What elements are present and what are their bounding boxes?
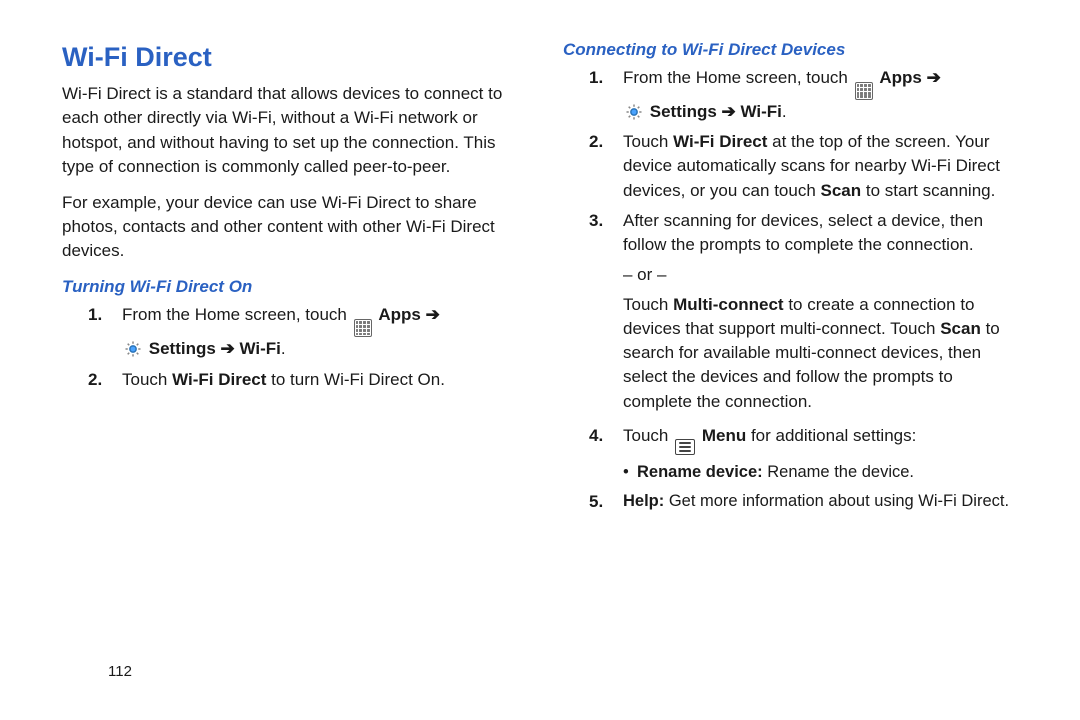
- apps-label: Apps: [879, 68, 922, 87]
- connecting-steps-cont2: 5. Help: Get more information about usin…: [563, 490, 1018, 513]
- subheading-turn-on: Turning Wi-Fi Direct On: [62, 275, 517, 299]
- scan-label: Scan: [940, 319, 981, 338]
- step-text: Touch: [623, 132, 673, 151]
- step-number: 1.: [589, 66, 603, 90]
- step-2: 2. Touch Wi-Fi Direct at the top of the …: [563, 130, 1018, 202]
- option-desc: Rename the device.: [763, 463, 914, 481]
- step-3: 3. After scanning for devices, select a …: [563, 209, 1018, 257]
- step-text: Touch: [623, 426, 673, 445]
- step-number: 1.: [88, 303, 102, 327]
- turn-on-steps: 1. From the Home screen, touch Apps ➔ Se…: [62, 303, 517, 391]
- page-number: 112: [108, 663, 132, 680]
- page-title: Wi-Fi Direct: [62, 38, 517, 76]
- wifi-direct-label: Wi-Fi Direct: [673, 132, 767, 151]
- step-text: to start scanning.: [861, 181, 995, 200]
- manual-page: Wi-Fi Direct Wi-Fi Direct is a standard …: [0, 0, 1080, 720]
- step-1: 1. From the Home screen, touch Apps ➔ Se…: [563, 66, 1018, 124]
- period: .: [782, 102, 787, 121]
- left-column: Wi-Fi Direct Wi-Fi Direct is a standard …: [62, 38, 517, 520]
- step-1: 1. From the Home screen, touch Apps ➔ Se…: [62, 303, 517, 361]
- step-text: for additional settings:: [751, 426, 916, 445]
- or-separator: – or –: [563, 263, 1018, 287]
- step-number: 2.: [589, 130, 603, 154]
- apps-label: Apps: [378, 305, 421, 324]
- settings-icon: [124, 340, 142, 358]
- period: .: [281, 339, 286, 358]
- step-text: After scanning for devices, select a dev…: [623, 211, 983, 254]
- step-text: From the Home screen, touch: [122, 305, 352, 324]
- step-4: 4. Touch Menu for additional settings:: [563, 424, 1018, 455]
- apps-icon: [855, 82, 873, 100]
- settings-label: Settings: [650, 102, 717, 121]
- wifi-label: Wi-Fi: [240, 339, 281, 358]
- arrow-icon: ➔: [426, 305, 440, 324]
- wifi-direct-label: Wi-Fi Direct: [172, 370, 266, 389]
- step-5: 5. Help: Get more information about usin…: [563, 490, 1018, 513]
- right-column: Connecting to Wi-Fi Direct Devices 1. Fr…: [563, 38, 1018, 520]
- step-2: 2. Touch Wi-Fi Direct to turn Wi-Fi Dire…: [62, 368, 517, 392]
- help-desc: Get more information about using Wi-Fi D…: [664, 492, 1009, 510]
- step-number: 3.: [589, 209, 603, 233]
- two-column-layout: Wi-Fi Direct Wi-Fi Direct is a standard …: [62, 38, 1018, 520]
- intro-paragraph-2: For example, your device can use Wi-Fi D…: [62, 191, 517, 263]
- connecting-steps: 1. From the Home screen, touch Apps ➔ Se…: [563, 66, 1018, 257]
- step-text: Touch: [623, 295, 673, 314]
- menu-icon: [675, 439, 695, 455]
- step-text: From the Home screen, touch: [623, 68, 853, 87]
- step-text: to turn Wi-Fi Direct On.: [266, 370, 445, 389]
- step-number: 2.: [88, 368, 102, 392]
- step-text: Touch: [122, 370, 172, 389]
- multi-connect-label: Multi-connect: [673, 295, 784, 314]
- settings-icon: [625, 103, 643, 121]
- step-number: 4.: [589, 424, 603, 448]
- arrow-icon: ➔: [722, 102, 736, 121]
- subheading-connecting: Connecting to Wi-Fi Direct Devices: [563, 38, 1018, 62]
- apps-icon: [354, 319, 372, 337]
- intro-paragraph-1: Wi-Fi Direct is a standard that allows d…: [62, 82, 517, 179]
- arrow-icon: ➔: [221, 339, 235, 358]
- connecting-steps-cont: 4. Touch Menu for additional settings:: [563, 424, 1018, 455]
- scan-label: Scan: [821, 181, 862, 200]
- help-label: Help:: [623, 492, 664, 510]
- wifi-label: Wi-Fi: [741, 102, 782, 121]
- step-number: 5.: [589, 490, 603, 514]
- option-name: Rename device:: [637, 463, 763, 481]
- list-item: Rename device: Rename the device.: [623, 461, 1018, 484]
- menu-options-list: Rename device: Rename the device.: [563, 461, 1018, 484]
- menu-label: Menu: [702, 426, 746, 445]
- settings-label: Settings: [149, 339, 216, 358]
- multi-connect-paragraph: Touch Multi-connect to create a connecti…: [563, 293, 1018, 414]
- arrow-icon: ➔: [927, 68, 941, 87]
